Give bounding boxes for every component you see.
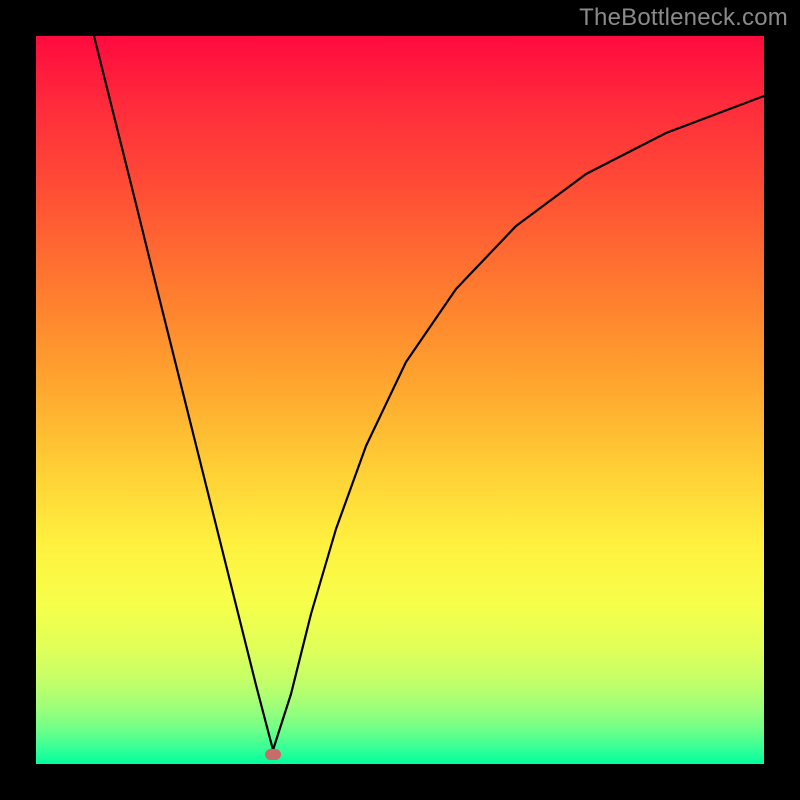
chart-container: TheBottleneck.com: [0, 0, 800, 800]
plot-area: [36, 36, 764, 764]
watermark-text: TheBottleneck.com: [579, 4, 788, 32]
bottleneck-curve: [36, 36, 764, 764]
minimum-marker: [265, 749, 281, 760]
